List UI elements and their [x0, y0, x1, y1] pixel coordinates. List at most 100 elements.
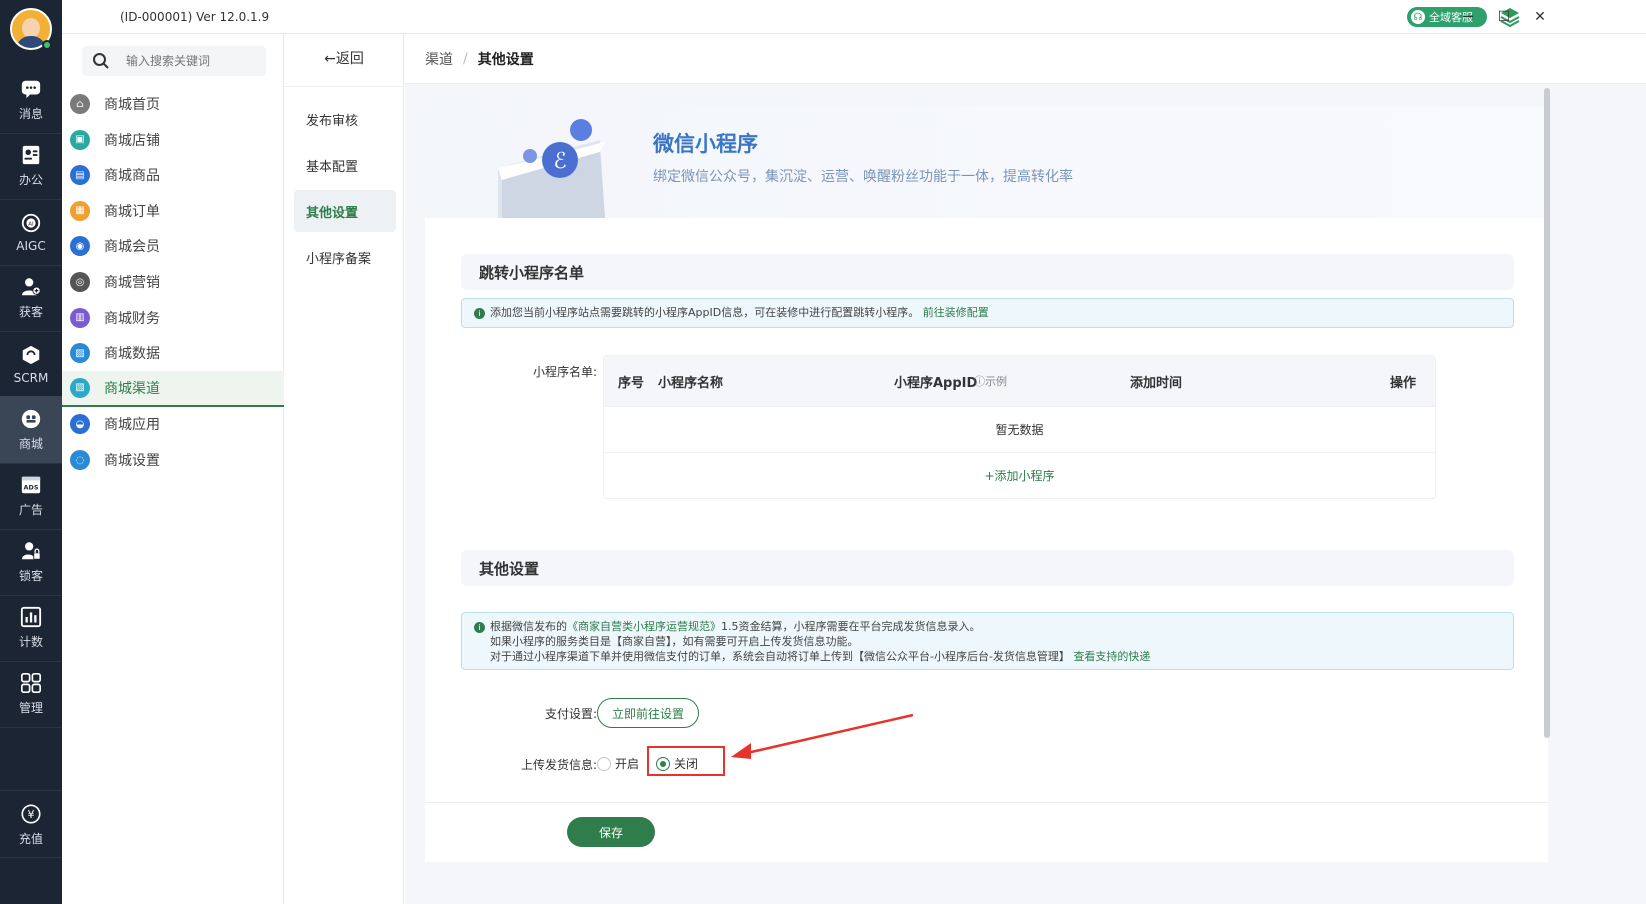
- menu-item-label: 商城订单: [104, 203, 160, 220]
- rail-item-manage[interactable]: 管理: [0, 660, 62, 728]
- svg-text:AI: AI: [28, 221, 34, 227]
- breadcrumb-current: 其他设置: [477, 51, 534, 68]
- submenu-basic-config[interactable]: 基本配置: [294, 144, 396, 186]
- close-button[interactable]: ✕: [1528, 6, 1552, 28]
- submenu-miniprogram-filing[interactable]: 小程序备案: [294, 236, 396, 278]
- menu-item-icon: ◒: [70, 414, 90, 435]
- notice-line-1: 根据微信发布的《商家自营类小程序运营规范》1.5资金结算，小程序需要在平台完成发…: [490, 619, 1501, 634]
- menu-item-10[interactable]: ◒ 商城应用: [62, 406, 284, 442]
- empty-row: 暂无数据: [604, 406, 1435, 452]
- breadcrumb-channel[interactable]: 渠道: [425, 49, 453, 69]
- col-no: 序号: [618, 375, 645, 391]
- menu-search[interactable]: [82, 46, 266, 76]
- rail-label: 商城: [18, 437, 43, 451]
- back-button[interactable]: ←返回: [284, 48, 404, 68]
- rail-item-acquire[interactable]: 获客: [0, 264, 62, 332]
- miniprogram-list-label: 小程序名单:: [532, 365, 597, 379]
- menu-item-8[interactable]: ▨ 商城数据: [62, 335, 284, 371]
- divider: [284, 86, 404, 87]
- breadcrumb-separator: /: [463, 50, 468, 67]
- add-miniprogram-button[interactable]: +添加小程序: [604, 452, 1435, 498]
- menu-item-5[interactable]: ◉ 商城会员: [62, 228, 284, 264]
- manage-icon: [19, 671, 43, 695]
- miniprogram-table: 序号 小程序名称 小程序AppID ⓘ示例 添加时间 操作 暂无数据 +添加小程…: [603, 355, 1436, 499]
- rail-label: 获客: [18, 305, 43, 319]
- menu-item-icon: ▥: [70, 307, 90, 328]
- app-rail: 消息 办公 AI AIGC 获客 SCRM 商城 ADS 广告 锁客 计数 管理…: [0, 0, 62, 904]
- menu-item-3[interactable]: ▤ 商城商品: [62, 157, 284, 193]
- radio-on[interactable]: 开启: [597, 755, 639, 772]
- menu-item-7[interactable]: ▥ 商城财务: [62, 300, 284, 336]
- office-icon: [19, 143, 43, 167]
- menu-item-label: 商城会员: [104, 239, 160, 256]
- rail-item-recharge[interactable]: ¥ 充值: [0, 790, 62, 858]
- rail-label: 锁客: [18, 569, 43, 583]
- decorate-config-link[interactable]: 前往装修配置: [923, 306, 989, 319]
- breadcrumb: 渠道 / 其他设置: [405, 34, 1646, 84]
- menu-item-label: 商城应用: [104, 417, 160, 434]
- scrollbar[interactable]: [1544, 88, 1550, 738]
- banner-title: 微信小程序: [653, 132, 758, 156]
- upload-shipping-label: 上传发货信息:: [520, 758, 597, 772]
- menu-item-icon: ◎: [70, 272, 90, 292]
- minimize-button[interactable]: ─: [1456, 6, 1480, 28]
- svg-text:¥: ¥: [28, 808, 35, 821]
- menu-item-icon: ▦: [70, 200, 90, 221]
- menu-item-icon: ▤: [70, 165, 90, 186]
- table-header: 序号 小程序名称 小程序AppID ⓘ示例 添加时间 操作: [604, 356, 1435, 406]
- rail-item-stats[interactable]: 计数: [0, 594, 62, 662]
- save-button[interactable]: 保存: [567, 817, 655, 847]
- rail-item-lock-customer[interactable]: 锁客: [0, 528, 62, 596]
- appid-example-hint[interactable]: ⓘ示例: [974, 373, 1007, 389]
- rail-item-scrm[interactable]: SCRM: [0, 330, 62, 398]
- annotation-arrow-icon: [731, 713, 914, 759]
- menu-item-label: 商城渠道: [104, 380, 160, 397]
- lock-customer-icon: [19, 539, 43, 563]
- menu-item-6[interactable]: ◎ 商城营销: [62, 264, 284, 300]
- rail-item-mall[interactable]: 商城: [0, 396, 62, 464]
- operation-spec-link[interactable]: 《商家自营类小程序运营规范》: [567, 620, 721, 633]
- aigc-icon: AI: [19, 211, 43, 235]
- rail-label: SCRM: [13, 370, 49, 385]
- col-appid: 小程序AppID: [894, 375, 978, 391]
- mall-icon: [19, 407, 43, 431]
- col-op: 操作: [1390, 375, 1417, 391]
- rail-label: 计数: [18, 635, 43, 649]
- menu-item-label: 商城设置: [104, 453, 160, 469]
- go-settings-button[interactable]: 立即前往设置: [597, 698, 700, 728]
- menu-item-2[interactable]: ▣ 商城店铺: [62, 122, 284, 158]
- radio-on-circle[interactable]: [597, 756, 611, 771]
- menu-item-label: 商城店铺: [104, 132, 160, 149]
- pay-settings-label: 支付设置:: [544, 707, 597, 721]
- ads-icon: ADS: [19, 473, 43, 497]
- rail-item-aigc[interactable]: AI AIGC: [0, 198, 62, 266]
- menu-item-4[interactable]: ▦ 商城订单: [62, 193, 284, 229]
- rail-item-ads[interactable]: ADS 广告: [0, 462, 62, 530]
- rail-label: 消息: [18, 107, 43, 121]
- menu-item-11[interactable]: ◌ 商城设置: [62, 442, 284, 478]
- settings-card: 跳转小程序名单 i 添加您当前小程序站点需要跳转的小程序AppID信息，可在装修…: [425, 218, 1548, 808]
- search-input[interactable]: [126, 54, 256, 68]
- notice-text: 对于通过小程序渠道下单并使用微信支付的订单，系统会自动将订单上传到【微信公众平台…: [490, 650, 1070, 663]
- notice-jump-list: i 添加您当前小程序站点需要跳转的小程序AppID信息，可在装修中进行配置跳转小…: [461, 298, 1514, 328]
- rail-label: 广告: [18, 503, 43, 517]
- info-icon: i: [474, 622, 485, 633]
- acquire-icon: [19, 275, 43, 299]
- rail-item-message[interactable]: 消息: [0, 66, 62, 134]
- channel-submenu: ←返回 发布审核 基本配置 其他设置 小程序备案: [284, 34, 404, 904]
- svg-text:ℰ: ℰ: [553, 149, 566, 174]
- rail-item-office[interactable]: 办公: [0, 132, 62, 200]
- section-title-jump-list: 跳转小程序名单: [461, 254, 1514, 290]
- submenu-other-settings[interactable]: 其他设置: [294, 190, 396, 232]
- menu-item-1[interactable]: ⌂ 商城首页: [62, 86, 284, 122]
- maximize-button[interactable]: ☐: [1492, 6, 1516, 28]
- supported-express-link[interactable]: 查看支持的快递: [1073, 650, 1150, 663]
- col-name: 小程序名称: [658, 375, 724, 391]
- menu-item-9[interactable]: ▧ 商城渠道: [62, 370, 284, 407]
- submenu-publish-review[interactable]: 发布审核: [294, 98, 396, 140]
- miniprogram-banner: ℰ 微信小程序 绑定微信公众号，集沉淀、运营、唤醒粉丝功能于一体，提高转化率: [425, 106, 1548, 218]
- notice-line-2: 如果小程序的服务类目是【商家自营】，如有需要可开启上传发货信息功能。: [490, 635, 859, 648]
- menu-item-label: 商城营销: [104, 275, 160, 291]
- menu-item-icon: ▨: [70, 343, 90, 364]
- notice-other-settings: i 根据微信发布的《商家自营类小程序运营规范》1.5资金结算，小程序需要在平台完…: [461, 612, 1514, 670]
